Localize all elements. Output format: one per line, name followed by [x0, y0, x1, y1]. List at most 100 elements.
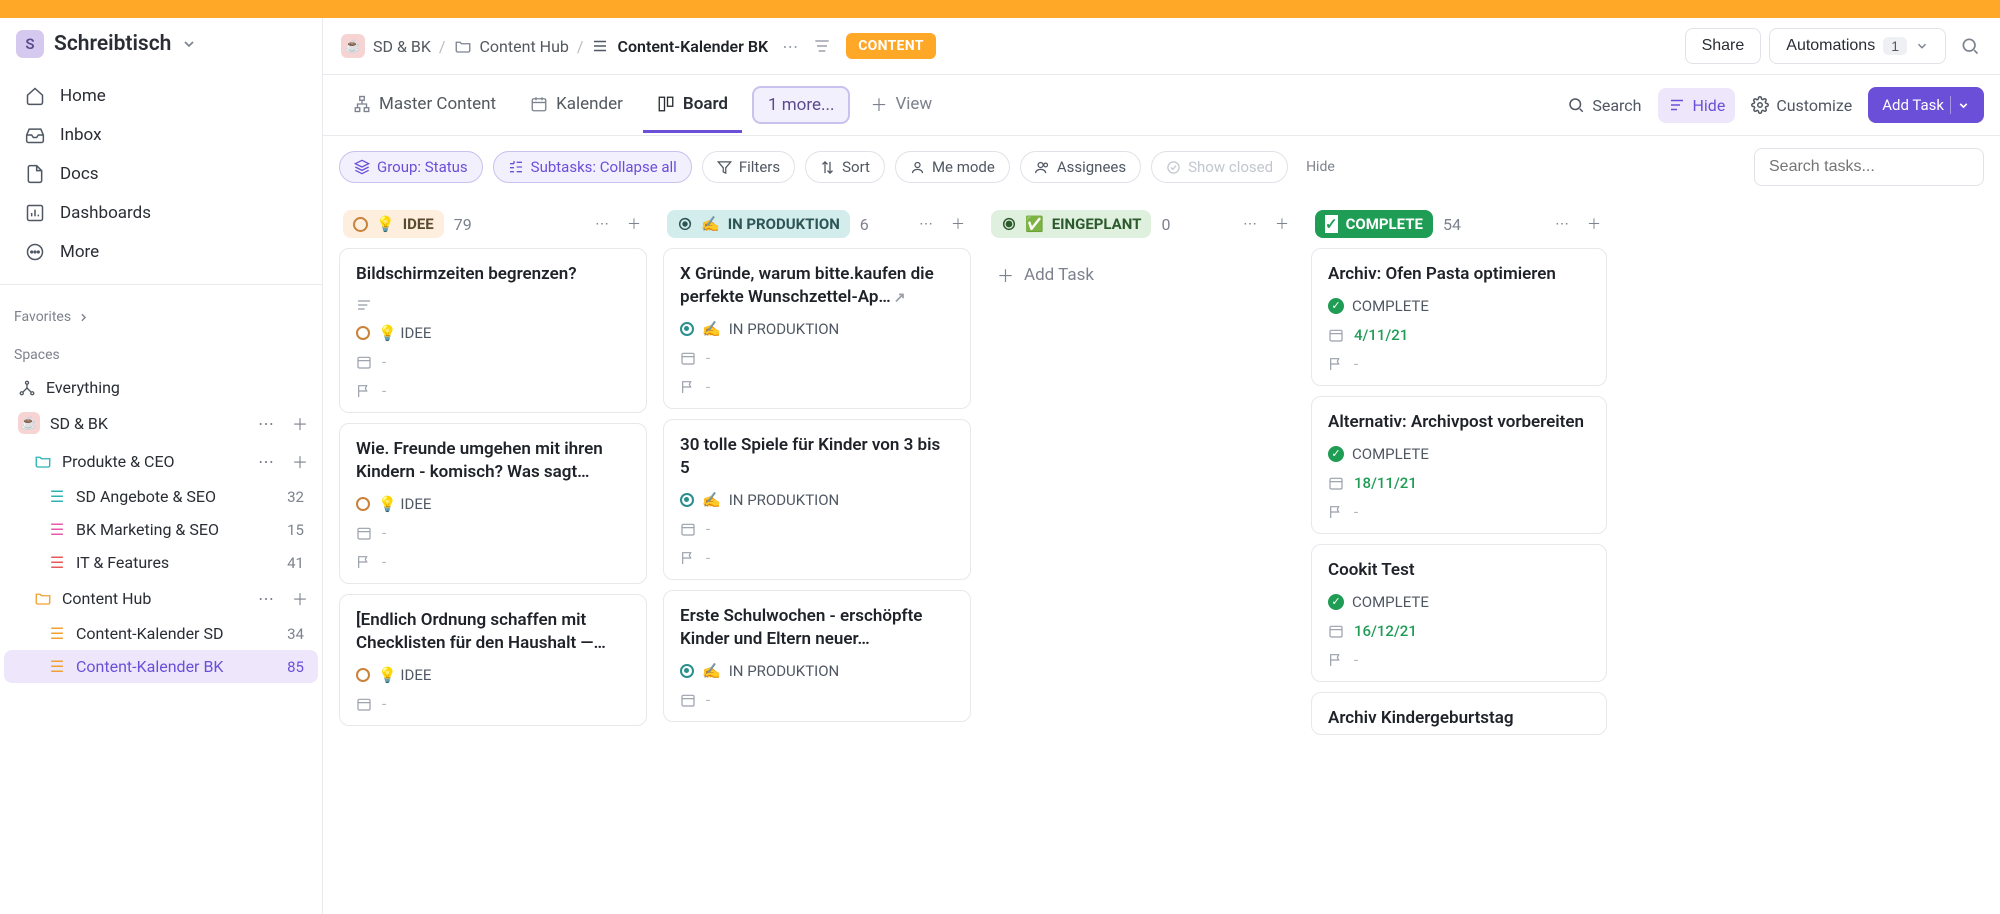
- breadcrumb-folder[interactable]: Content Hub: [480, 37, 569, 56]
- nav-home[interactable]: Home: [6, 77, 316, 115]
- task-status[interactable]: ✓COMPLETE: [1328, 297, 1590, 315]
- nav-more[interactable]: More: [6, 233, 316, 271]
- add-task-button[interactable]: Add Task: [1868, 87, 1984, 123]
- sort-pill[interactable]: Sort: [805, 151, 885, 183]
- plus-icon[interactable]: ＋: [292, 586, 308, 610]
- automations-button[interactable]: Automations 1: [1769, 28, 1946, 64]
- show-closed-pill[interactable]: Show closed: [1151, 151, 1288, 183]
- ellipsis-icon[interactable]: ⋯: [591, 212, 613, 236]
- task-status[interactable]: ✍️ IN PRODUKTION: [680, 662, 954, 680]
- task-card[interactable]: 30 tolle Spiele für Kinder von 3 bis 5 ✍…: [663, 419, 971, 580]
- tree-list-kalender-sd[interactable]: ☰ Content-Kalender SD 34: [4, 617, 318, 650]
- group-pill[interactable]: Group: Status: [339, 151, 483, 183]
- plus-icon[interactable]: ＋: [947, 210, 969, 238]
- calendar-icon[interactable]: [1328, 475, 1344, 491]
- plus-icon[interactable]: ＋: [292, 411, 308, 435]
- filter-hide[interactable]: Hide: [1298, 159, 1343, 175]
- task-status[interactable]: ✓COMPLETE: [1328, 593, 1590, 611]
- task-card[interactable]: Archiv Kindergeburtstag: [1311, 692, 1607, 735]
- ellipsis-icon[interactable]: ⋯: [782, 37, 798, 56]
- calendar-icon[interactable]: [680, 692, 696, 708]
- plus-icon[interactable]: ＋: [623, 210, 645, 238]
- plus-icon[interactable]: ＋: [1271, 210, 1293, 238]
- task-card[interactable]: X Gründe, warum bitte.kaufen die perfekt…: [663, 248, 971, 409]
- search-icon[interactable]: [1954, 30, 1986, 62]
- task-card[interactable]: [Endlich Ordnung schaffen mit Checkliste…: [339, 594, 647, 726]
- subtask-icon: [508, 159, 524, 175]
- tree-list-bk-marketing[interactable]: ☰ BK Marketing & SEO 15: [4, 513, 318, 546]
- calendar-icon[interactable]: [356, 354, 372, 370]
- me-mode-pill[interactable]: Me mode: [895, 151, 1010, 183]
- list-tag[interactable]: CONTENT: [846, 33, 936, 59]
- nav-docs[interactable]: Docs: [6, 155, 316, 193]
- ellipsis-icon[interactable]: ⋯: [915, 212, 937, 236]
- subtasks-pill[interactable]: Subtasks: Collapse all: [493, 151, 692, 183]
- tree-list-sd-angebote[interactable]: ☰ SD Angebote & SEO 32: [4, 480, 318, 513]
- nav-inbox[interactable]: Inbox: [6, 116, 316, 154]
- flag-icon[interactable]: [680, 379, 696, 395]
- tree-list-it-features[interactable]: ☰ IT & Features 41: [4, 546, 318, 579]
- hide-button[interactable]: Hide: [1658, 88, 1736, 123]
- search-tasks-input[interactable]: [1754, 148, 1984, 186]
- task-card[interactable]: Wie. Freunde umgehen mit ihren Kindern -…: [339, 423, 647, 584]
- task-card[interactable]: Cookit Test ✓COMPLETE 16/12/21 -: [1311, 544, 1607, 682]
- tree-space-sdbk[interactable]: ☕ SD & BK ⋯ ＋: [4, 404, 318, 442]
- tree-list-kalender-bk[interactable]: ☰ Content-Kalender BK 85: [4, 650, 318, 683]
- ellipsis-icon[interactable]: ⋯: [258, 452, 274, 471]
- calendar-icon[interactable]: [680, 521, 696, 537]
- flag-icon[interactable]: [1328, 652, 1344, 668]
- ellipsis-icon[interactable]: ⋯: [258, 589, 274, 608]
- customize-button[interactable]: Customize: [1741, 88, 1862, 123]
- tab-kalender[interactable]: Kalender: [516, 78, 637, 133]
- ellipsis-icon[interactable]: ⋯: [1551, 212, 1573, 236]
- board-icon: [657, 95, 675, 113]
- status-chip-produktion[interactable]: ✍️ IN PRODUKTION: [667, 210, 850, 238]
- tree-everything[interactable]: Everything: [4, 371, 318, 404]
- plus-icon[interactable]: ＋: [292, 449, 308, 473]
- task-card[interactable]: Alternativ: Archivpost vorbereiten ✓COMP…: [1311, 396, 1607, 534]
- status-chip-eingeplant[interactable]: ✅ EINGEPLANT: [991, 210, 1151, 238]
- flag-icon[interactable]: [1328, 356, 1344, 372]
- settings-icon[interactable]: [812, 36, 832, 56]
- task-card[interactable]: Archiv: Ofen Pasta optimieren ✓COMPLETE …: [1311, 248, 1607, 386]
- add-task-inline[interactable]: ＋ Add Task: [987, 248, 1299, 301]
- task-status[interactable]: 💡 IDEE: [356, 666, 630, 684]
- tree-folder-content-hub[interactable]: Content Hub ⋯ ＋: [4, 579, 318, 617]
- calendar-icon[interactable]: [1328, 623, 1344, 639]
- tab-board[interactable]: Board: [643, 78, 742, 133]
- share-button[interactable]: Share: [1685, 28, 1762, 64]
- ellipsis-icon[interactable]: ⋯: [258, 414, 274, 433]
- flag-icon[interactable]: [680, 550, 696, 566]
- status-chip-complete[interactable]: ✓ COMPLETE: [1315, 210, 1433, 238]
- flag-icon[interactable]: [1328, 504, 1344, 520]
- status-chip-idee[interactable]: 💡 IDEE: [343, 210, 444, 238]
- breadcrumb-space[interactable]: SD & BK: [373, 37, 431, 56]
- task-status[interactable]: 💡 IDEE: [356, 324, 630, 342]
- task-status[interactable]: ✍️ IN PRODUKTION: [680, 491, 954, 509]
- task-status[interactable]: ✍️ IN PRODUKTION: [680, 320, 954, 338]
- breadcrumb-current[interactable]: Content-Kalender BK: [617, 37, 768, 56]
- search-button[interactable]: Search: [1557, 88, 1651, 123]
- add-view[interactable]: ＋ View: [856, 75, 946, 135]
- tree-folder-produkte[interactable]: Produkte & CEO ⋯ ＋: [4, 442, 318, 480]
- task-card[interactable]: Bildschirmzeiten begrenzen? 💡 IDEE - -: [339, 248, 647, 413]
- task-status[interactable]: ✓COMPLETE: [1328, 445, 1590, 463]
- filters-pill[interactable]: Filters: [702, 151, 795, 183]
- task-status[interactable]: 💡 IDEE: [356, 495, 630, 513]
- flag-icon[interactable]: [356, 554, 372, 570]
- external-link-icon[interactable]: ↗: [894, 290, 906, 306]
- task-card[interactable]: Erste Schulwochen - erschöpfte Kinder un…: [663, 590, 971, 722]
- nav-dashboards[interactable]: Dashboards: [6, 194, 316, 232]
- calendar-icon[interactable]: [356, 696, 372, 712]
- flag-icon[interactable]: [356, 383, 372, 399]
- calendar-icon[interactable]: [356, 525, 372, 541]
- assignees-pill[interactable]: Assignees: [1020, 151, 1141, 183]
- tab-more[interactable]: 1 more...: [752, 86, 850, 124]
- ellipsis-icon[interactable]: ⋯: [1239, 212, 1261, 236]
- tab-master-content[interactable]: Master Content: [339, 78, 510, 133]
- plus-icon[interactable]: ＋: [1583, 210, 1605, 238]
- calendar-icon[interactable]: [1328, 327, 1344, 343]
- calendar-icon[interactable]: [680, 350, 696, 366]
- workspace-switcher[interactable]: S Schreibtisch: [0, 18, 322, 72]
- favorites-section[interactable]: Favorites: [0, 293, 322, 331]
